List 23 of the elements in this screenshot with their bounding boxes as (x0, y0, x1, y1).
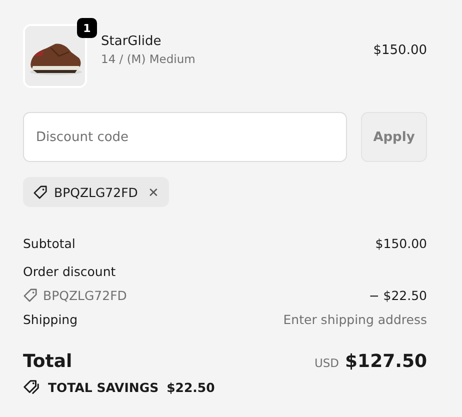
order-discount-label: Order discount (23, 264, 116, 278)
subtotal-value: $150.00 (375, 236, 427, 250)
currency-code: USD (314, 356, 340, 370)
shipping-value: Enter shipping address (283, 312, 427, 326)
tag-icon (23, 288, 38, 302)
product-price: $150.00 (373, 42, 427, 58)
discount-code: BPQZLG72FD (54, 184, 138, 200)
subtotal-label: Subtotal (23, 236, 76, 250)
total-value: $127.50 (345, 350, 427, 372)
product-name: StarGlide (101, 34, 162, 49)
discount-code: BPQZLG72FD (43, 288, 127, 302)
shipping-label: Shipping (23, 312, 78, 326)
savings-value: $22.50 (166, 380, 215, 395)
tag-icon (33, 184, 48, 200)
apply-button[interactable]: Apply (361, 112, 427, 162)
tags-icon (23, 379, 40, 396)
total-label: Total (23, 350, 72, 372)
quantity-badge: 1 (77, 18, 97, 38)
savings-label: TOTAL SAVINGS (48, 380, 159, 395)
discount-value: − $22.50 (368, 288, 427, 302)
remove-button[interactable]: ✕ (144, 184, 159, 200)
discount-code-field[interactable]: Discount code (23, 112, 347, 162)
product-variant: 14 / (M) Medium (101, 52, 196, 66)
